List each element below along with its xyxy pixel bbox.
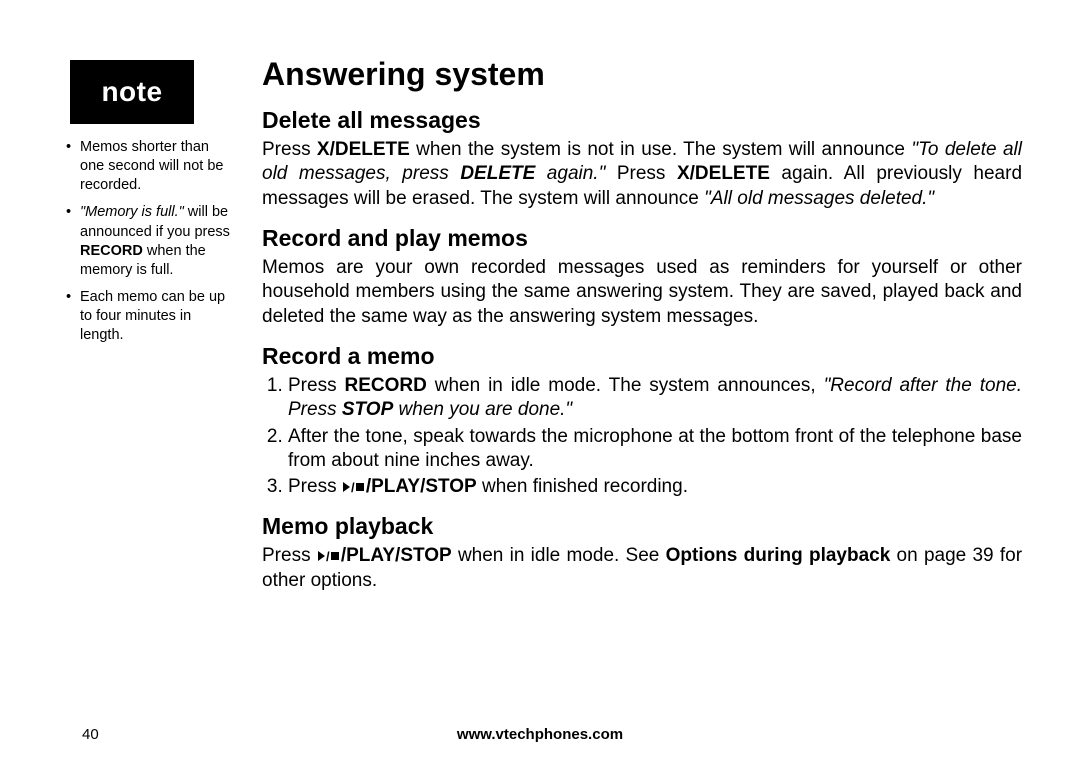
playback-paragraph: Press / /PLAY/STOP when in idle mode. See… [262,544,1022,593]
text: Press [262,139,317,160]
page-title: Answering system [262,56,1022,93]
key-label: /PLAY/STOP [341,545,452,566]
system-quote-bold: STOP [342,399,393,420]
note-bold: RECORD [80,243,143,259]
system-quote: when you are done." [393,399,572,420]
system-quote: "All old messages deleted." [704,188,934,209]
play-stop-icon: / [343,481,365,493]
record-steps: Press RECORD when in idle mode. The syst… [262,374,1022,500]
note-item: "Memory is full." will be announced if y… [66,203,236,280]
note-item: Memos shorter than one second will not b… [66,138,236,195]
section-heading-delete: Delete all messages [262,107,1022,134]
key-label: RECORD [344,375,426,396]
key-label: X/DELETE [677,163,770,184]
section-heading-recmemo: Record a memo [262,343,1022,370]
key-label: /PLAY/STOP [366,476,477,497]
delete-paragraph: Press X/DELETE when the system is not in… [262,138,1022,211]
note-sidebar: note Memos shorter than one second will … [62,60,236,353]
play-stop-icon: / [318,550,340,562]
text: Press [262,545,317,566]
text: Press [288,476,342,497]
text: Press [288,375,344,396]
key-label: X/DELETE [317,139,410,160]
step-item: Press / /PLAY/STOP when finished recordin… [288,475,1022,499]
text: Press [605,163,677,184]
recplay-paragraph: Memos are your own recorded messages use… [262,256,1022,329]
text: when finished recording. [477,476,688,497]
cross-ref: Options during playback [666,545,891,566]
note-badge: note [70,60,194,124]
svg-text:/: / [351,481,355,493]
text: when in idle mode. The system announces, [427,375,824,396]
note-item: Each memo can be up to four minutes in l… [66,288,236,345]
section-heading-playback: Memo playback [262,513,1022,540]
note-quote: "Memory is full." [80,204,184,220]
text: when in idle mode. See [452,545,666,566]
note-list: Memos shorter than one second will not b… [62,138,236,345]
step-item: Press RECORD when in idle mode. The syst… [288,374,1022,423]
section-heading-recplay: Record and play memos [262,225,1022,252]
svg-text:/: / [326,550,330,562]
main-content: Answering system Delete all messages Pre… [262,56,1022,595]
footer-url: www.vtechphones.com [0,726,1080,743]
text: when the system is not in use. The syste… [410,139,912,160]
step-item: After the tone, speak towards the microp… [288,425,1022,474]
system-quote-bold: DELETE [460,163,535,184]
system-quote: again." [535,163,605,184]
manual-page: note Memos shorter than one second will … [0,0,1080,771]
